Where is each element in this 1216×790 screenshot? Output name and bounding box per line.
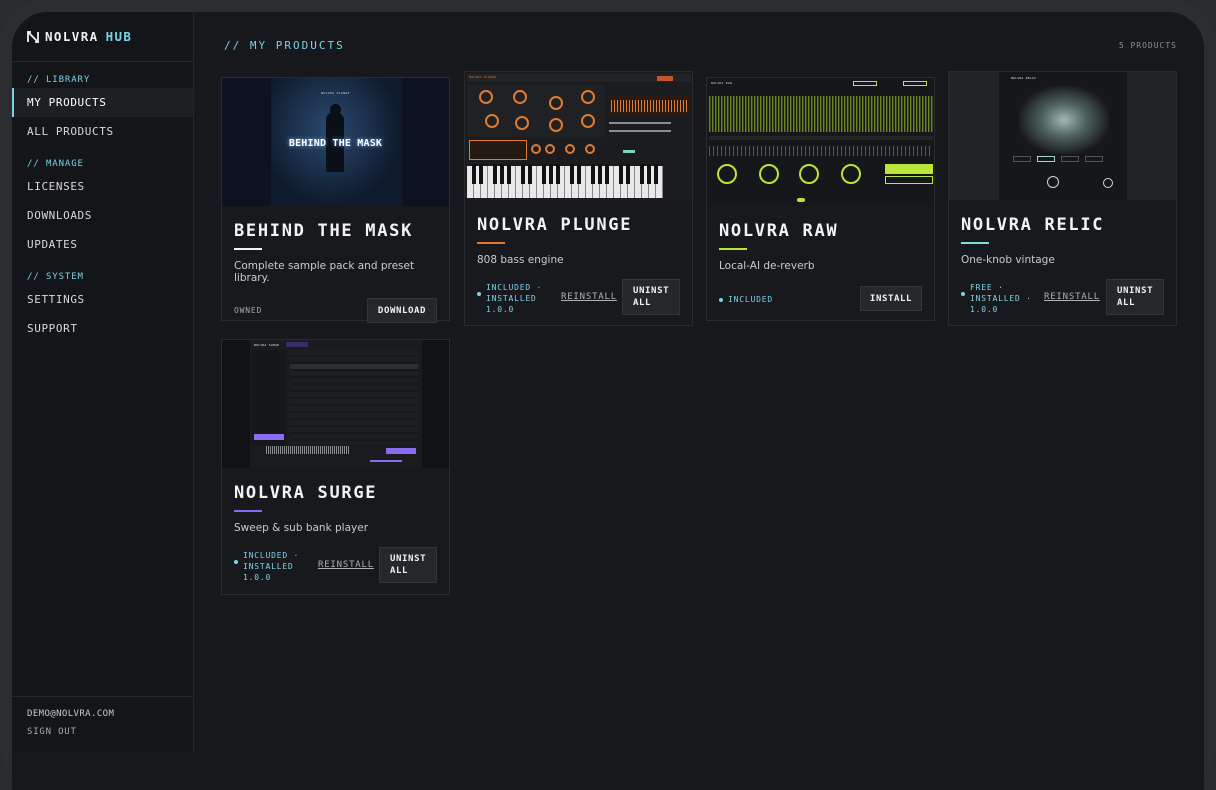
install-button[interactable]: INSTALL bbox=[860, 286, 922, 311]
sidebar-item-my-products[interactable]: MY PRODUCTS bbox=[12, 88, 193, 117]
product-card-nolvra-relic[interactable]: NOLVRA RELIC NOLVRA RELIC One-knob vinta… bbox=[948, 71, 1177, 326]
uninstall-label: ALL bbox=[633, 298, 652, 308]
reinstall-link[interactable]: REINSTALL bbox=[318, 560, 374, 570]
install-status: INCLUDED · INSTALLED 1.0.0 bbox=[477, 282, 542, 315]
product-title: NOLVRA SURGE bbox=[234, 483, 378, 503]
uninstall-button[interactable]: UNINST ALL bbox=[622, 279, 680, 315]
product-card-nolvra-surge[interactable]: NOLVRA SURGE NOLVRA SURGE Sweep & sub ba… bbox=[221, 339, 450, 595]
status-line: INSTALLED · bbox=[970, 294, 1032, 303]
product-card-behind-the-mask[interactable]: BEHIND THE MASK NOLVRA PLUNGE BEHIND THE… bbox=[221, 77, 450, 323]
reinstall-link[interactable]: REINSTALL bbox=[1044, 292, 1100, 302]
status-dot-icon bbox=[719, 298, 723, 302]
sidebar-footer: DEMO@NOLVRA.COM SIGN OUT bbox=[12, 696, 194, 752]
cover-small-text: NOLVRA PLUNGE bbox=[321, 91, 350, 95]
status-line: INSTALLED bbox=[486, 294, 537, 303]
account-email: DEMO@NOLVRA.COM bbox=[27, 709, 115, 719]
status-dot-icon bbox=[961, 292, 965, 296]
version-label: 1.0.0 bbox=[243, 573, 272, 582]
sign-out-link[interactable]: SIGN OUT bbox=[27, 727, 179, 737]
install-status: INCLUDED · INSTALLED 1.0.0 bbox=[234, 550, 299, 583]
product-cover-image: BEHIND THE MASK NOLVRA PLUNGE bbox=[222, 78, 449, 206]
accent-line bbox=[234, 248, 262, 250]
status-dot-icon bbox=[234, 560, 238, 564]
status-line: INCLUDED bbox=[728, 295, 773, 304]
product-description: One-knob vintage bbox=[961, 254, 1055, 266]
plugin-label: NOLVRA RAW bbox=[711, 81, 733, 85]
product-cover-image: NOLVRA PLUNGE bbox=[465, 72, 692, 200]
product-card-nolvra-plunge[interactable]: NOLVRA PLUNGE NOLVRA PLUNGE 808 bass eng… bbox=[464, 71, 693, 326]
product-card-nolvra-raw[interactable]: NOLVRA RAW NOLVRA RAW Local-AI de-reverb bbox=[706, 77, 935, 321]
uninstall-label: UNINST bbox=[1117, 286, 1154, 296]
section-label-system: // SYSTEM bbox=[27, 272, 84, 282]
download-button[interactable]: DOWNLOAD bbox=[367, 298, 437, 323]
nolvra-logo-icon bbox=[27, 30, 39, 43]
product-title: NOLVRA PLUNGE bbox=[477, 215, 633, 235]
main-content: // MY PRODUCTS 5 PRODUCTS BEHIND THE MAS… bbox=[195, 12, 1204, 752]
status-dot-icon bbox=[477, 292, 481, 296]
brand[interactable]: NOLVRA HUB bbox=[12, 12, 193, 62]
uninstall-button[interactable]: UNINST ALL bbox=[379, 547, 437, 583]
accent-line bbox=[477, 242, 505, 244]
sidebar-item-settings[interactable]: SETTINGS bbox=[12, 285, 193, 314]
product-cover-image: NOLVRA SURGE bbox=[222, 340, 449, 468]
product-description: Sweep & sub bank player bbox=[234, 522, 369, 534]
version-label: 1.0.0 bbox=[486, 305, 515, 314]
uninstall-label: ALL bbox=[390, 566, 409, 576]
brand-hub: HUB bbox=[105, 29, 133, 44]
product-title: NOLVRA RAW bbox=[719, 221, 839, 241]
cover-title-text: BEHIND THE MASK bbox=[288, 138, 383, 149]
plugin-label: NOLVRA RELIC bbox=[1011, 76, 1037, 80]
product-cover-image: NOLVRA RELIC bbox=[949, 72, 1176, 200]
plugin-label: NOLVRA SURGE bbox=[254, 343, 280, 347]
accent-line bbox=[719, 248, 747, 250]
sidebar-item-support[interactable]: SUPPORT bbox=[12, 314, 193, 343]
brand-name: NOLVRA bbox=[45, 29, 99, 44]
ownership-status: OWNED bbox=[234, 306, 263, 315]
install-status: INCLUDED bbox=[719, 294, 773, 305]
product-title: NOLVRA RELIC bbox=[961, 215, 1105, 235]
product-count: 5 PRODUCTS bbox=[1118, 41, 1177, 50]
uninstall-button[interactable]: UNINST ALL bbox=[1106, 279, 1164, 315]
sidebar-item-downloads[interactable]: DOWNLOADS bbox=[12, 201, 193, 230]
uninstall-label: ALL bbox=[1117, 298, 1136, 308]
sidebar-item-licenses[interactable]: LICENSES bbox=[12, 172, 193, 201]
product-description: Complete sample pack and preset library. bbox=[234, 260, 415, 284]
sidebar: NOLVRA HUB // LIBRARY MY PRODUCTS ALL PR… bbox=[12, 12, 194, 752]
product-title: BEHIND THE MASK bbox=[234, 221, 414, 241]
sidebar-item-all-products[interactable]: ALL PRODUCTS bbox=[12, 117, 193, 146]
uninstall-label: UNINST bbox=[633, 286, 670, 296]
version-label: 1.0.0 bbox=[970, 305, 999, 314]
sidebar-item-updates[interactable]: UPDATES bbox=[12, 230, 193, 259]
install-status: FREE · INSTALLED · 1.0.0 bbox=[961, 282, 1032, 315]
status-line: INCLUDED · bbox=[486, 283, 543, 292]
product-description: Local-AI de-reverb bbox=[719, 260, 815, 272]
product-cover-image: NOLVRA RAW bbox=[707, 78, 934, 206]
accent-line bbox=[234, 510, 262, 512]
uninstall-label: UNINST bbox=[390, 554, 427, 564]
status-line: INCLUDED · bbox=[243, 551, 300, 560]
plugin-label: NOLVRA PLUNGE bbox=[469, 75, 497, 79]
device-frame: NOLVRA HUB // LIBRARY MY PRODUCTS ALL PR… bbox=[0, 0, 1216, 790]
accent-line bbox=[961, 242, 989, 244]
section-label-library: // LIBRARY bbox=[27, 75, 91, 85]
status-line: FREE · bbox=[970, 283, 1004, 292]
status-line: INSTALLED bbox=[243, 562, 294, 571]
app-window: NOLVRA HUB // LIBRARY MY PRODUCTS ALL PR… bbox=[12, 12, 1204, 790]
product-description: 808 bass engine bbox=[477, 254, 564, 266]
section-label-manage: // MANAGE bbox=[27, 159, 84, 169]
page-title: // MY PRODUCTS bbox=[224, 39, 345, 52]
reinstall-link[interactable]: REINSTALL bbox=[561, 292, 617, 302]
